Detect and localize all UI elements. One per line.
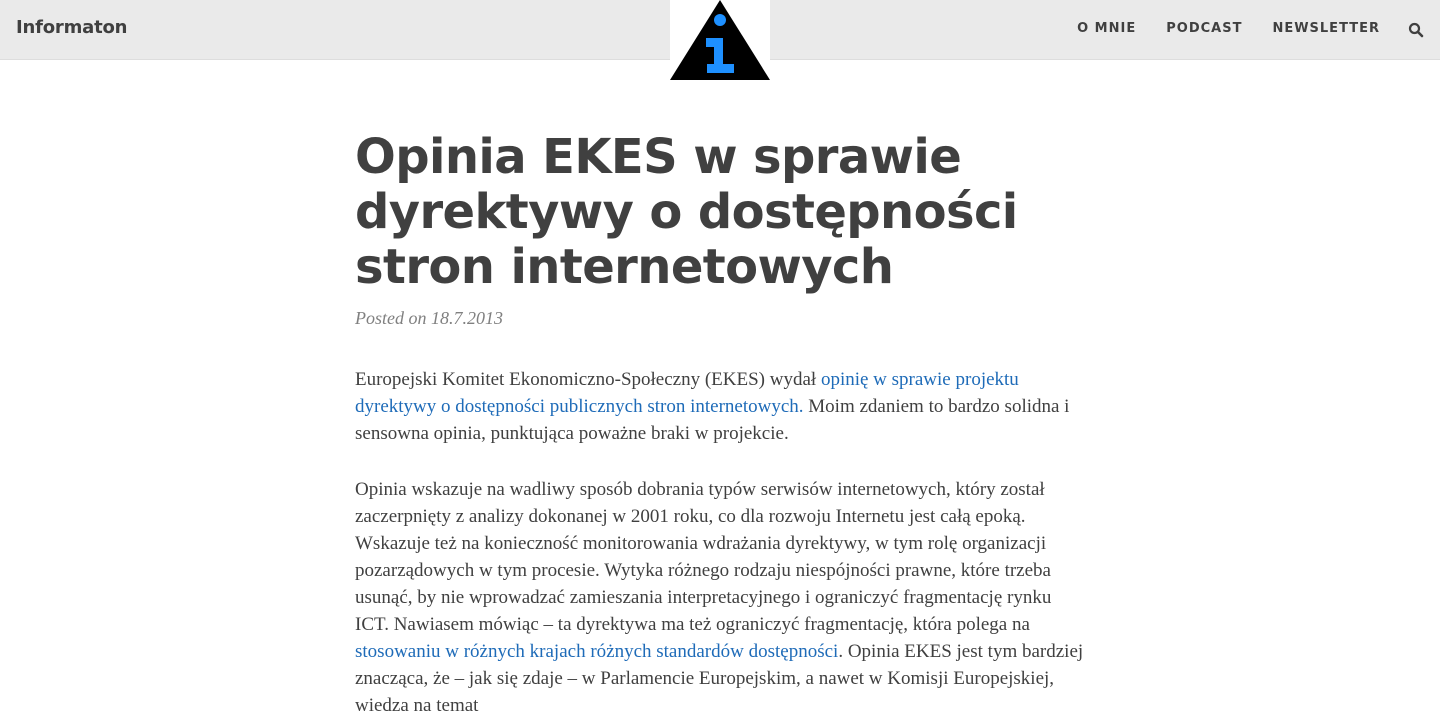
- nav-item-newsletter[interactable]: NEWSLETTER: [1272, 21, 1380, 36]
- info-triangle-logo[interactable]: [670, 0, 770, 82]
- search-button[interactable]: [1408, 22, 1424, 38]
- nav-item-o-mnie[interactable]: O MNIE: [1077, 21, 1136, 36]
- article-paragraph: Opinia wskazuje na wadliwy sposób dobran…: [355, 476, 1085, 719]
- posted-label: Posted on: [355, 308, 427, 328]
- main-nav: O MNIE PODCAST NEWSLETTER: [1047, 21, 1380, 36]
- page-title: Opinia EKES w sprawie dyrektywy o dostęp…: [355, 129, 1018, 295]
- article-content: Opinia EKES w sprawie dyrektywy o dostęp…: [355, 130, 1085, 719]
- standards-link[interactable]: stosowaniu w różnych krajach różnych sta…: [355, 641, 838, 662]
- paragraph-text: Opinia wskazuje na wadliwy sposób dobran…: [355, 479, 1052, 635]
- article-paragraph: Europejski Komitet Ekonomiczno-Społeczny…: [355, 366, 1085, 447]
- search-icon: [1408, 22, 1424, 38]
- post-date: 18.7.2013: [431, 308, 503, 328]
- info-triangle-logo-icon: [670, 0, 770, 80]
- post-meta: Posted on 18.7.2013: [355, 306, 1085, 330]
- nav-item-podcast[interactable]: PODCAST: [1166, 21, 1242, 36]
- site-brand-link[interactable]: Informaton: [16, 17, 127, 38]
- top-navigation-bar: Informaton O MNIE PODCAST NEWSLETTER: [0, 0, 1440, 82]
- paragraph-text: Europejski Komitet Ekonomiczno-Społeczny…: [355, 369, 821, 390]
